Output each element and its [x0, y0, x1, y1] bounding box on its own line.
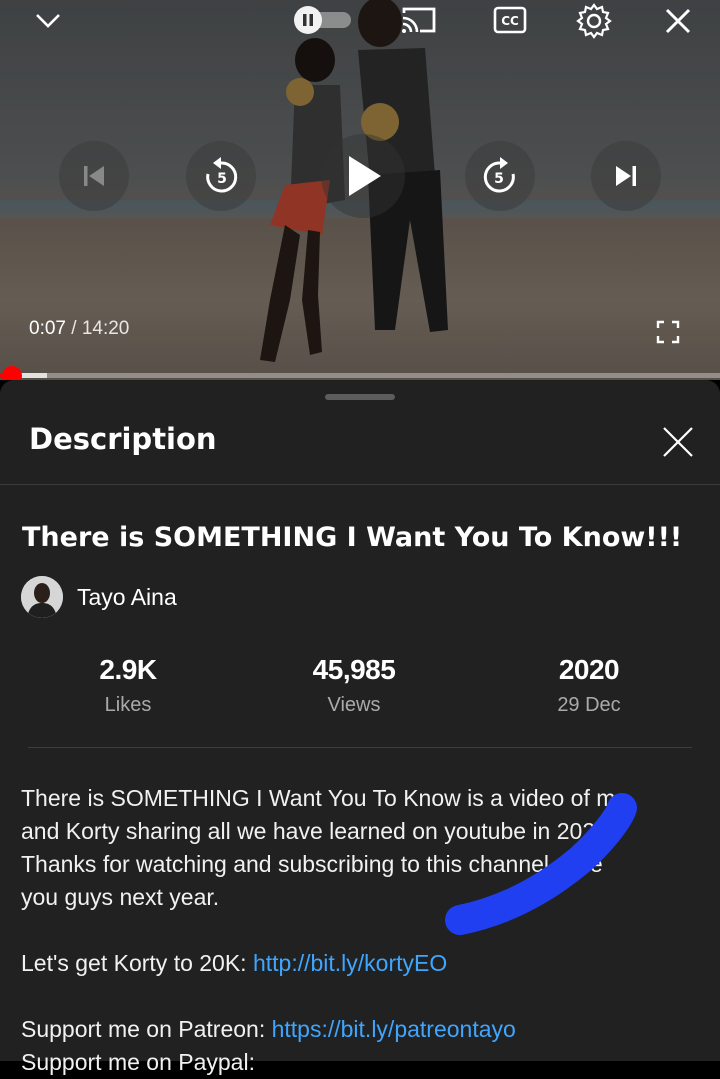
paypal-line: Support me on Paypal: [21, 1049, 255, 1075]
stat-value: 45,985 [312, 654, 396, 685]
patreon-link[interactable]: https://bit.ly/patreontayo [272, 1016, 516, 1042]
forward-label: 5 [494, 171, 504, 187]
patreon-line: Support me on Patreon: https://bit.ly/pa… [21, 1013, 701, 1046]
video-title: There is SOMETHING I Want You To Know!!! [22, 522, 683, 553]
description-sheet: Description There is SOMETHING I Want Yo… [0, 380, 720, 1075]
korty-link[interactable]: http://bit.ly/kortyEO [253, 950, 447, 976]
video-player[interactable]: CC 5 5 0:07 / 14:20 [0, 0, 720, 380]
stat-label: Views [327, 694, 381, 716]
marker-scribble [445, 793, 637, 935]
stat-value: 2020 [558, 654, 620, 685]
close-icon[interactable] [658, 422, 698, 462]
time-separator: / [71, 318, 77, 339]
channel-row[interactable]: Tayo Aina [21, 576, 177, 618]
chevron-down-icon[interactable] [30, 6, 66, 36]
stat-label: Likes [104, 694, 152, 716]
sheet-title: Description [29, 422, 217, 456]
forward-button[interactable]: 5 [465, 141, 535, 211]
close-icon[interactable] [663, 6, 693, 36]
rewind-button[interactable]: 5 [186, 141, 256, 211]
patreon-prefix: Support me on Patreon: [21, 1016, 272, 1042]
stat-views: 45,985 Views [254, 654, 454, 717]
captions-label: CC [501, 14, 519, 28]
stat-label: 29 Dec [557, 694, 621, 716]
progress-scrubber[interactable] [1, 366, 22, 380]
duration: 14:20 [81, 318, 130, 339]
avatar[interactable] [21, 576, 63, 618]
play-button[interactable] [321, 134, 405, 218]
stat-likes: 2.9K Likes [28, 654, 228, 717]
time-display: 0:07 / 14:20 [29, 318, 129, 340]
autoplay-toggle[interactable] [293, 6, 355, 34]
cast-icon[interactable] [398, 4, 440, 36]
next-button[interactable] [591, 141, 661, 211]
previous-icon [84, 166, 104, 186]
fullscreen-icon[interactable] [654, 318, 682, 346]
play-icon [349, 156, 381, 196]
korty-prefix: Let's get Korty to 20K: [21, 950, 253, 976]
gear-icon[interactable] [575, 2, 613, 40]
rewind-5-icon: 5 [206, 157, 238, 193]
previous-button[interactable] [59, 141, 129, 211]
korty-line: Let's get Korty to 20K: http://bit.ly/ko… [21, 947, 701, 980]
current-time: 0:07 [29, 318, 66, 339]
progress-bar[interactable] [0, 373, 720, 378]
stat-value: 2.9K [99, 654, 157, 685]
rewind-label: 5 [217, 171, 227, 187]
next-icon [616, 166, 636, 186]
captions-icon[interactable]: CC [492, 5, 528, 35]
stats-divider [28, 747, 692, 748]
channel-name[interactable]: Tayo Aina [77, 584, 177, 611]
forward-5-icon: 5 [483, 157, 515, 193]
sheet-divider [0, 484, 720, 485]
sheet-drag-handle[interactable] [325, 394, 395, 400]
stat-date: 2020 29 Dec [489, 654, 689, 717]
